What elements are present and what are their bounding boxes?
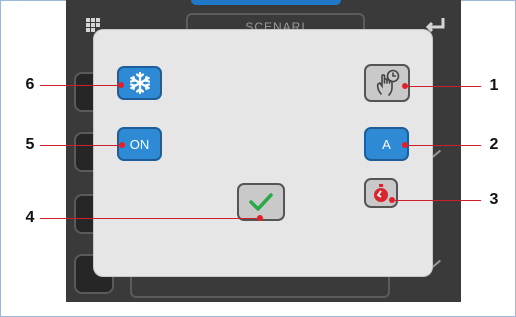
callout-number-3: 3 bbox=[489, 191, 499, 208]
callout-line-1 bbox=[405, 86, 481, 87]
top-accent-bar bbox=[191, 0, 341, 5]
menu-grid-icon[interactable] bbox=[86, 18, 100, 32]
callout-dot-2 bbox=[402, 142, 408, 148]
hand-timer-icon bbox=[376, 69, 400, 96]
callout-line-5 bbox=[40, 145, 122, 146]
callout-dot-5 bbox=[119, 142, 125, 148]
back-icon[interactable] bbox=[423, 16, 447, 32]
on-button-label: ON bbox=[129, 136, 150, 152]
snowflake-icon bbox=[129, 71, 150, 95]
callout-line-6 bbox=[40, 85, 121, 86]
callout-dot-4 bbox=[257, 215, 263, 221]
callout-number-6: 6 bbox=[25, 76, 35, 93]
callout-line-4 bbox=[40, 218, 260, 219]
callout-number-1: 1 bbox=[489, 77, 499, 94]
callout-line-2 bbox=[405, 145, 481, 146]
callout-line-3 bbox=[392, 200, 481, 201]
callout-dot-1 bbox=[402, 83, 408, 89]
callout-number-5: 5 bbox=[25, 136, 35, 153]
countdown-timer-button[interactable] bbox=[364, 178, 398, 208]
callout-dot-6 bbox=[118, 82, 124, 88]
callout-number-2: 2 bbox=[489, 136, 499, 153]
stopwatch-icon bbox=[374, 184, 388, 202]
callout-number-4: 4 bbox=[25, 209, 35, 226]
auto-button-label: A bbox=[382, 136, 391, 152]
callout-dot-3 bbox=[389, 197, 395, 203]
checkmark-icon bbox=[249, 193, 273, 211]
